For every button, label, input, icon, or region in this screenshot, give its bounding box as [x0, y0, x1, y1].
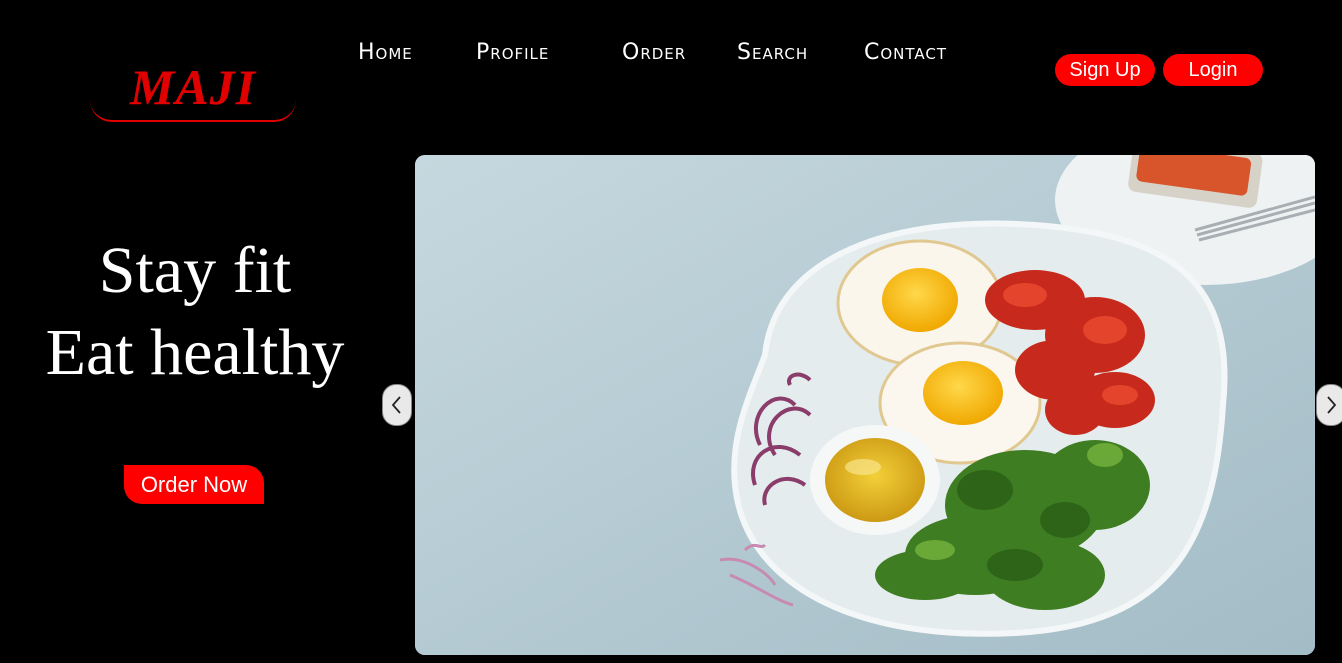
breakfast-plate-image — [415, 155, 1315, 655]
hero-headline-1: Stay fit — [98, 234, 292, 307]
nav-contact[interactable]: Contact — [864, 40, 947, 65]
signup-button[interactable]: Sign Up — [1055, 54, 1155, 86]
logo[interactable]: MAJI — [90, 50, 296, 122]
carousel-prev-button[interactable] — [382, 384, 412, 426]
nav-profile[interactable]: Profile — [476, 40, 549, 65]
carousel-next-button[interactable] — [1316, 384, 1342, 426]
nav-search[interactable]: Search — [737, 40, 808, 65]
login-button[interactable]: Login — [1163, 54, 1263, 86]
carousel — [415, 155, 1315, 655]
nav-home[interactable]: Home — [358, 40, 413, 65]
hero-headline-2: Eat healthy — [45, 316, 345, 389]
chevron-left-icon — [391, 396, 401, 414]
order-now-button[interactable]: Order Now — [124, 465, 264, 504]
hero-text: Stay fit Eat healthy — [0, 230, 390, 394]
logo-text: MAJI — [129, 59, 257, 115]
nav-order[interactable]: Order — [622, 40, 686, 65]
chevron-right-icon — [1327, 396, 1337, 414]
